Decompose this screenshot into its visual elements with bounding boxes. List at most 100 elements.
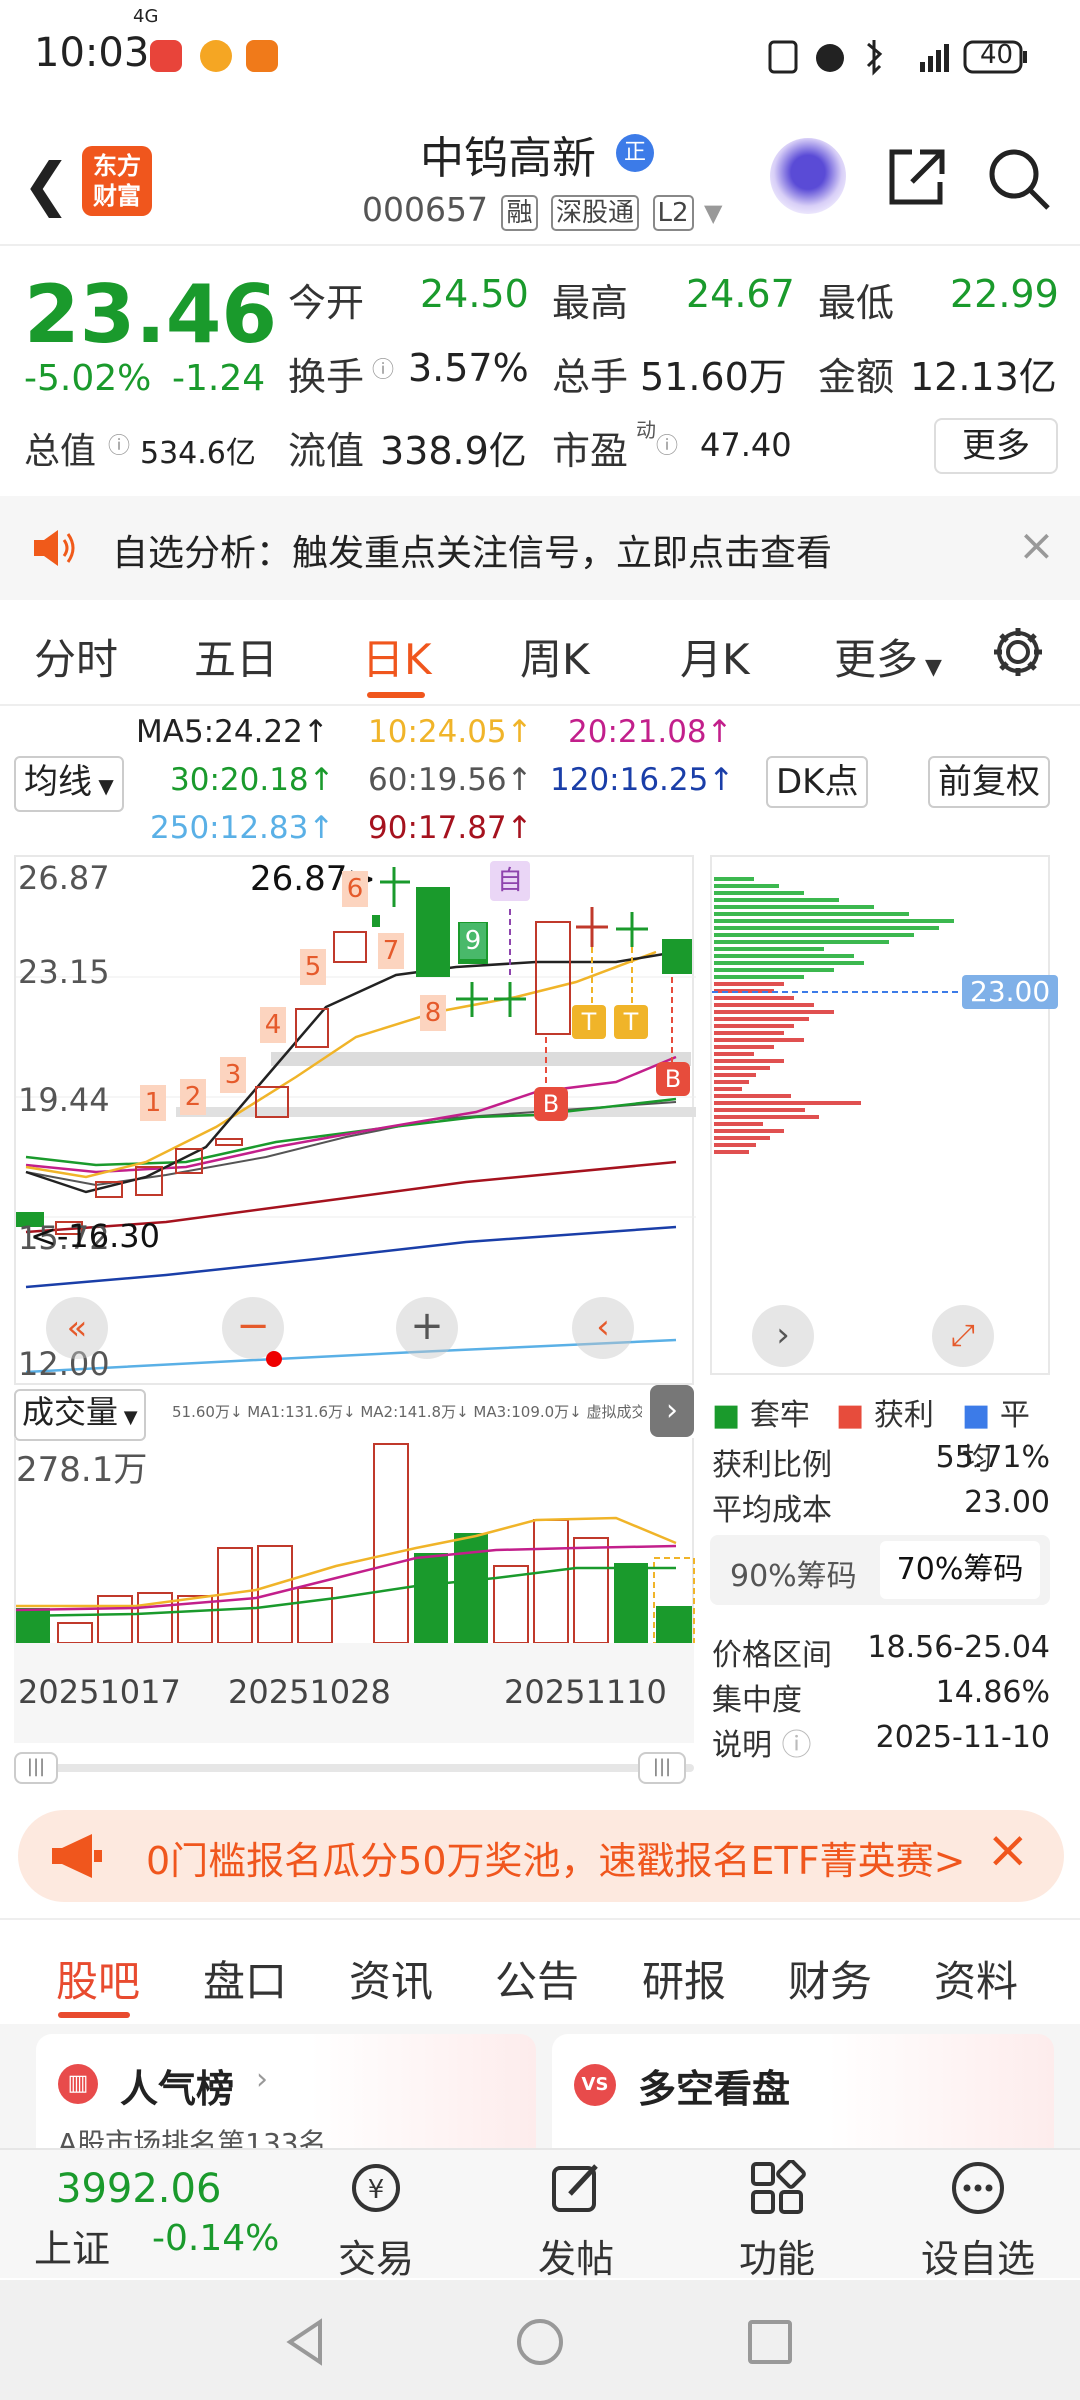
volume-selector-label: 成交量 xyxy=(22,1393,119,1431)
volume-selector[interactable]: 成交量 ▼ xyxy=(14,1389,146,1441)
tab-weekly-k[interactable]: 周K xyxy=(520,626,590,687)
close-icon[interactable]: × xyxy=(986,1820,1030,1880)
content-tabs: 股吧 盘口 资讯 公告 研报 财务 资料 xyxy=(0,1918,1080,2022)
dk-point-button[interactable]: DK点 xyxy=(766,756,869,808)
profit-ratio-label: 获利比例 xyxy=(712,1448,832,1483)
kline-chart[interactable]: 26.87 23.15 19.44 15.72 12.00 26.87> <-1… xyxy=(14,855,696,1385)
turnover-label: 换手 xyxy=(288,355,365,399)
note-value: 2025-11-10 xyxy=(875,1720,1050,1755)
self-select-marker[interactable]: 自 xyxy=(490,861,530,901)
buy-marker[interactable]: B xyxy=(656,1062,690,1096)
range-handle-left[interactable]: ||| xyxy=(14,1752,58,1784)
nav-add-watchlist[interactable]: 设自选 xyxy=(913,2160,1043,2283)
share-icon[interactable] xyxy=(884,146,948,210)
volume-chart[interactable]: 278.1万 xyxy=(14,1438,695,1644)
bull-bear-card[interactable]: VS 多空看盘 xyxy=(552,2034,1054,2164)
tab-financials[interactable]: 财务 xyxy=(788,1948,872,2009)
home-nav-icon[interactable] xyxy=(514,2316,566,2368)
note-label: 说明 ⓘ xyxy=(712,1720,812,1764)
seq-label: 2 xyxy=(180,1079,206,1115)
low-marker-label: 16.30 xyxy=(68,1217,160,1255)
chart-period-tabs: 分时 五日 日K 周K 月K 更多 ▼ xyxy=(0,600,1080,706)
info-icon[interactable]: ⓘ xyxy=(782,1728,812,1763)
info-icon[interactable]: ⓘ xyxy=(108,428,130,460)
legend-square-icon: ■ xyxy=(712,1398,741,1433)
t-marker[interactable]: T xyxy=(572,1005,606,1039)
chip-info-panel: ■ 套牢 ■ 获利 ■ 平均 获利比例 55.71% 平均成本 23.00 90%筹… xyxy=(710,1390,1050,1763)
scroll-left-fast-icon[interactable]: « xyxy=(46,1297,108,1359)
tab-profile[interactable]: 资料 xyxy=(934,1948,1018,2009)
zoom-in-icon[interactable]: + xyxy=(396,1297,458,1359)
more-dots-icon xyxy=(952,2162,1004,2214)
nav-functions[interactable]: 功能 xyxy=(712,2159,842,2283)
app-notification-icon xyxy=(246,40,278,72)
t-marker[interactable]: T xyxy=(614,1005,648,1039)
shenzhen-connect-tag: 深股通 xyxy=(551,195,640,231)
tab-monthly-k[interactable]: 月K xyxy=(680,626,750,687)
promo-banner[interactable]: 0门槛报名瓜分50万奖池，速戳报名ETF菁英赛> × xyxy=(18,1810,1064,1902)
tab-announcements[interactable]: 公告 xyxy=(495,1948,579,2009)
tab-intraday[interactable]: 分时 xyxy=(34,626,118,687)
chip-bar xyxy=(714,1010,834,1014)
tab-five-day[interactable]: 五日 xyxy=(194,626,278,687)
info-icon[interactable]: ⓘ xyxy=(656,428,678,460)
back-nav-icon[interactable] xyxy=(280,2316,332,2368)
margin-tag: 融 xyxy=(501,195,538,231)
ma-selector[interactable]: 均线 ▼ xyxy=(14,756,124,812)
search-icon[interactable] xyxy=(986,146,1052,212)
weibo-icon xyxy=(200,40,232,72)
scroll-left-icon[interactable]: ‹ xyxy=(572,1297,634,1359)
chart-range-scrollbar[interactable]: ||| ||| xyxy=(14,1752,694,1784)
stock-code-line[interactable]: 000657 融 深股通 L2 ▼ xyxy=(362,190,723,231)
stock-code: 000657 xyxy=(362,190,488,229)
chip-bar xyxy=(714,961,864,965)
chip-bar xyxy=(714,1115,819,1119)
legend-square-icon: ■ xyxy=(836,1398,865,1433)
tab-more[interactable]: 更多 ▼ xyxy=(834,626,942,687)
tab-news[interactable]: 资讯 xyxy=(349,1948,433,2009)
buy-marker[interactable]: B xyxy=(534,1087,568,1121)
chevron-right-icon[interactable]: › xyxy=(752,1305,814,1367)
recents-nav-icon[interactable] xyxy=(744,2316,796,2368)
concentration-value: 14.86% xyxy=(935,1675,1050,1710)
active-tab-indicator xyxy=(367,692,425,698)
settings-gear-icon[interactable] xyxy=(990,624,1046,680)
info-icon[interactable]: ⓘ xyxy=(372,352,394,384)
nav-trade-label: 交易 xyxy=(337,2237,414,2281)
nav-trade[interactable]: ¥ 交易 xyxy=(311,2160,441,2283)
signal-icon xyxy=(920,44,949,72)
back-icon[interactable]: ❮ xyxy=(22,150,71,218)
more-button[interactable]: 更多 xyxy=(934,418,1058,474)
date-axis: 20251017 20251028 20251110 xyxy=(14,1643,694,1743)
chevron-right-icon[interactable]: › xyxy=(650,1385,694,1437)
feature-cards: ▥ 人气榜 › A股市场排名第133名 VS 多空看盘 xyxy=(0,2024,1080,2164)
low-value: 22.99 xyxy=(950,272,1059,316)
ma250-value: 250:12.83↑ xyxy=(150,810,335,846)
ma120-value: 120:16.25↑ xyxy=(550,762,735,798)
chip-bar xyxy=(714,1003,814,1007)
huawei-app-icon xyxy=(150,40,182,72)
chip-distribution-chart[interactable]: 23.00 › ⤢ xyxy=(710,855,1059,1375)
ai-assistant-icon[interactable] xyxy=(770,138,846,214)
chip-bar xyxy=(714,1080,749,1084)
seq-label: 5 xyxy=(300,949,326,985)
popularity-card[interactable]: ▥ 人气榜 › A股市场排名第133名 xyxy=(36,2034,536,2164)
eastmoney-logo[interactable]: 东方 财富 xyxy=(82,146,152,216)
seq-label: 8 xyxy=(420,995,446,1031)
tab-daily-k[interactable]: 日K xyxy=(362,626,432,687)
bluetooth-icon xyxy=(866,40,883,76)
zoom-out-icon[interactable]: − xyxy=(222,1297,284,1359)
range-handle-right[interactable]: ||| xyxy=(638,1752,686,1784)
index-ticker[interactable]: 3992.06 上证 -0.14% xyxy=(34,2160,294,2271)
adjust-button[interactable]: 前复权 xyxy=(928,756,1050,808)
tab-chip-90[interactable]: 90%筹码 xyxy=(730,1551,857,1595)
expand-icon[interactable]: ⤢ xyxy=(932,1305,994,1367)
popularity-title: 人气榜 xyxy=(120,2067,235,2111)
close-icon[interactable]: × xyxy=(1018,520,1055,571)
alert-banner[interactable]: 自选分析：触发重点关注信号，立即点击查看 × xyxy=(0,496,1080,600)
tab-research[interactable]: 研报 xyxy=(642,1948,726,2009)
tab-forum[interactable]: 股吧 xyxy=(56,1948,140,2009)
tab-market-depth[interactable]: 盘口 xyxy=(203,1948,287,2009)
tab-chip-70[interactable]: 70%筹码 xyxy=(880,1541,1040,1599)
nav-post[interactable]: 发帖 xyxy=(511,2160,641,2283)
